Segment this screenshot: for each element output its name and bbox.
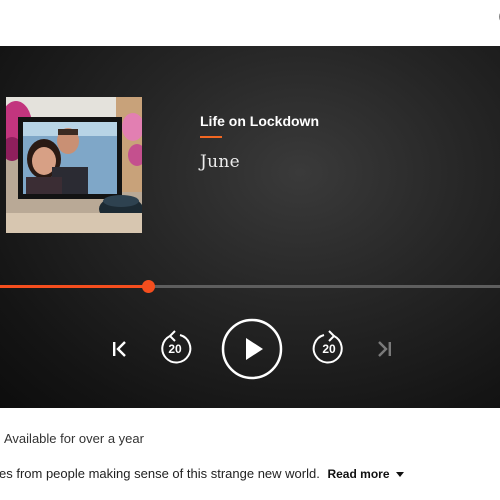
- progress-handle[interactable]: [141, 280, 155, 293]
- episode-title: June: [200, 152, 240, 172]
- next-track-button[interactable]: [374, 339, 394, 359]
- progress-fill: [0, 285, 148, 288]
- availability-text: Available for over a year: [4, 431, 144, 446]
- forward-20-button[interactable]: 20: [311, 330, 347, 366]
- episode-description: es from people making sense of this stra…: [0, 466, 404, 481]
- read-more-button[interactable]: Read more: [327, 467, 404, 481]
- fast-forward-icon: 20: [312, 330, 343, 364]
- progress-track[interactable]: [0, 280, 500, 293]
- chevron-down-icon: [395, 472, 404, 478]
- previous-track-button[interactable]: [110, 339, 130, 359]
- rewind-seconds-label: 20: [168, 342, 182, 356]
- top-bar: (: [0, 0, 500, 46]
- description-text: es from people making sense of this stra…: [0, 466, 320, 481]
- forward-seconds-label: 20: [322, 342, 336, 356]
- play-button[interactable]: [221, 318, 283, 380]
- read-more-label: Read more: [327, 467, 390, 481]
- episode-artwork: [6, 97, 142, 233]
- play-icon: [221, 318, 283, 380]
- rewind-icon: 20: [161, 330, 192, 364]
- skip-next-icon: [378, 341, 391, 357]
- skip-previous-icon: [113, 341, 126, 357]
- programme-brand[interactable]: Life on Lockdown: [200, 113, 319, 129]
- brand-divider: [200, 136, 222, 138]
- rewind-20-button[interactable]: 20: [157, 330, 193, 366]
- audio-player: Life on Lockdown June 20 20: [0, 46, 500, 408]
